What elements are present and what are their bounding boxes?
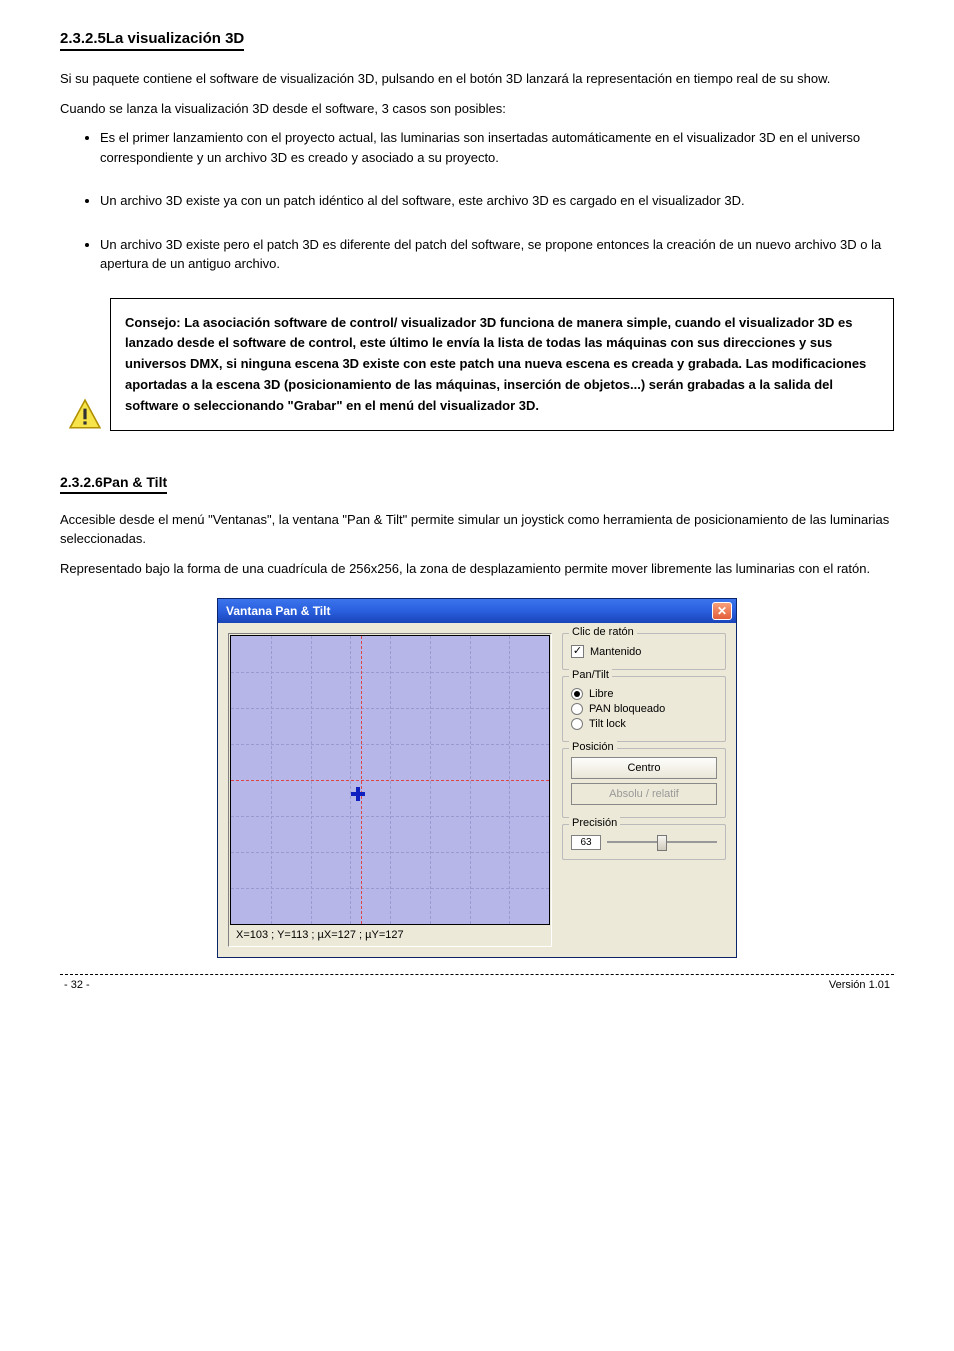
tip-box: Consejo: La asociación software de contr… (110, 298, 894, 432)
close-icon[interactable]: ✕ (712, 602, 732, 620)
group-legend: Precisión (569, 817, 620, 829)
radio-icon[interactable] (571, 718, 583, 730)
group-legend: Clic de ratón (569, 626, 637, 638)
version-label: Versión 1.01 (829, 979, 890, 991)
group-legend: Posición (569, 741, 617, 753)
list-item: Es el primer lanzamiento con el proyecto… (100, 128, 894, 167)
bullet-list: Es el primer lanzamiento con el proyecto… (100, 128, 894, 274)
pantilt-pad[interactable] (230, 635, 550, 925)
group-legend: Pan/Tilt (569, 669, 612, 681)
checkbox-mantenido[interactable]: ✓ Mantenido (571, 645, 717, 658)
coordinates-readout: X=103 ; Y=113 ; µX=127 ; µY=127 (230, 925, 550, 945)
radio-icon[interactable] (571, 703, 583, 715)
list-item: Un archivo 3D existe ya con un patch idé… (100, 191, 894, 211)
warning-icon (68, 398, 102, 432)
cursor-cross-icon[interactable] (351, 787, 365, 801)
paragraph: Accesible desde el menú "Ventanas", la v… (60, 510, 894, 549)
group-click: Clic de ratón ✓ Mantenido (562, 633, 726, 670)
section-title-3d: 2.3.2.5La visualización 3D (60, 30, 244, 51)
precision-value: 63 (571, 835, 601, 850)
section-title-pantilt: 2.3.2.6Pan & Tilt (60, 474, 167, 494)
radio-label: Tilt lock (589, 718, 626, 730)
group-position: Posición Centro Absolu / relatif (562, 748, 726, 818)
paragraph: Cuando se lanza la visualización 3D desd… (60, 99, 894, 119)
paragraph: Si su paquete contiene el software de vi… (60, 69, 894, 89)
crosshair-horizontal (231, 780, 549, 781)
slider-thumb[interactable] (657, 835, 667, 851)
precision-slider[interactable] (607, 833, 717, 851)
radio-label: PAN bloqueado (589, 703, 665, 715)
list-item: Un archivo 3D existe pero el patch 3D es… (100, 235, 894, 274)
radio-icon[interactable] (571, 688, 583, 700)
page-footer: - 32 - Versión 1.01 (60, 979, 894, 991)
page-number: - 32 - (64, 979, 90, 991)
pantilt-window: Vantana Pan & Tilt ✕ (217, 598, 737, 958)
radio-tilt-lock[interactable]: Tilt lock (571, 718, 717, 730)
divider (60, 974, 894, 975)
absolute-relative-button[interactable]: Absolu / relatif (571, 783, 717, 805)
window-title: Vantana Pan & Tilt (226, 604, 330, 618)
paragraph: Representado bajo la forma de una cuadrí… (60, 559, 894, 579)
checkbox-label: Mantenido (590, 646, 641, 658)
window-titlebar[interactable]: Vantana Pan & Tilt ✕ (218, 599, 736, 623)
group-pantilt: Pan/Tilt Libre PAN bloqueado Tilt lock (562, 676, 726, 742)
center-button[interactable]: Centro (571, 757, 717, 779)
radio-label: Libre (589, 688, 613, 700)
checkbox-icon[interactable]: ✓ (571, 645, 584, 658)
tip-text: Consejo: La asociación software de contr… (125, 315, 866, 413)
radio-libre[interactable]: Libre (571, 688, 717, 700)
group-precision: Precisión 63 (562, 824, 726, 860)
radio-pan-bloqueado[interactable]: PAN bloqueado (571, 703, 717, 715)
